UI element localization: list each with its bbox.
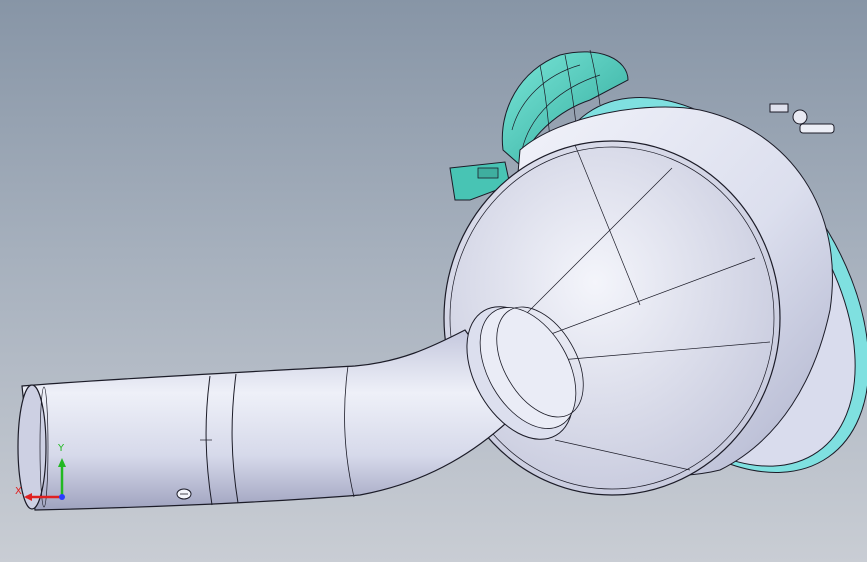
triad-y-label: Y (58, 443, 65, 454)
cad-model-view[interactable] (0, 0, 867, 562)
bent-pipe (17, 329, 523, 511)
graphics-viewport[interactable]: X Y (0, 0, 867, 562)
triad-x-label: X (15, 486, 22, 497)
triad-z-axis (59, 494, 65, 500)
